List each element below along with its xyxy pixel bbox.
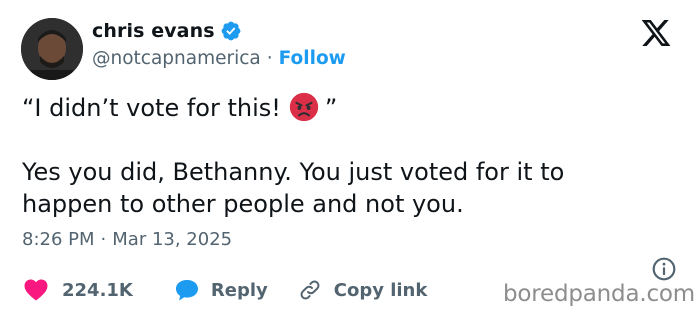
tweet-line-3: happen to other people and not you. — [22, 190, 464, 218]
speech-bubble-icon — [175, 280, 198, 301]
tweet-date[interactable]: Mar 13, 2025 — [112, 229, 232, 250]
tweet-text: “I didn’t vote for this! ” Yes you did, … — [22, 92, 682, 220]
info-icon[interactable] — [651, 256, 677, 282]
angry-face-emoji — [289, 92, 319, 122]
copy-link-label: Copy link — [333, 279, 428, 301]
tweet-line-1: “I didn’t vote for this! ” — [22, 92, 682, 124]
timestamp[interactable]: 8:26 PM · Mar 13, 2025 — [22, 229, 232, 250]
verified-badge-icon — [221, 21, 241, 41]
copy-link-button[interactable]: Copy link — [298, 278, 428, 302]
like-count: 224.1K — [62, 279, 133, 301]
separator-dot: · — [100, 229, 107, 250]
action-bar: 224.1K Reply Copy link — [24, 278, 427, 302]
link-icon — [300, 280, 320, 300]
tweet-line-2: Yes you did, Bethanny. You just voted fo… — [22, 158, 565, 186]
follow-button[interactable]: Follow — [279, 48, 346, 69]
tweet-time[interactable]: 8:26 PM — [22, 229, 95, 250]
separator-dot: · — [266, 48, 273, 69]
display-name[interactable]: chris evans — [92, 20, 215, 42]
x-logo-icon[interactable] — [640, 17, 672, 49]
closing-quote: ” — [324, 94, 338, 122]
like-button[interactable]: 224.1K — [24, 279, 133, 301]
quote-text: “I didn’t vote for this! — [22, 94, 281, 122]
handle[interactable]: @notcapnamerica — [92, 48, 261, 69]
reply-button[interactable]: Reply — [175, 279, 268, 301]
avatar[interactable] — [21, 18, 83, 80]
watermark: boredpanda.com — [503, 281, 695, 307]
reply-label: Reply — [210, 279, 268, 301]
heart-icon — [24, 279, 48, 301]
